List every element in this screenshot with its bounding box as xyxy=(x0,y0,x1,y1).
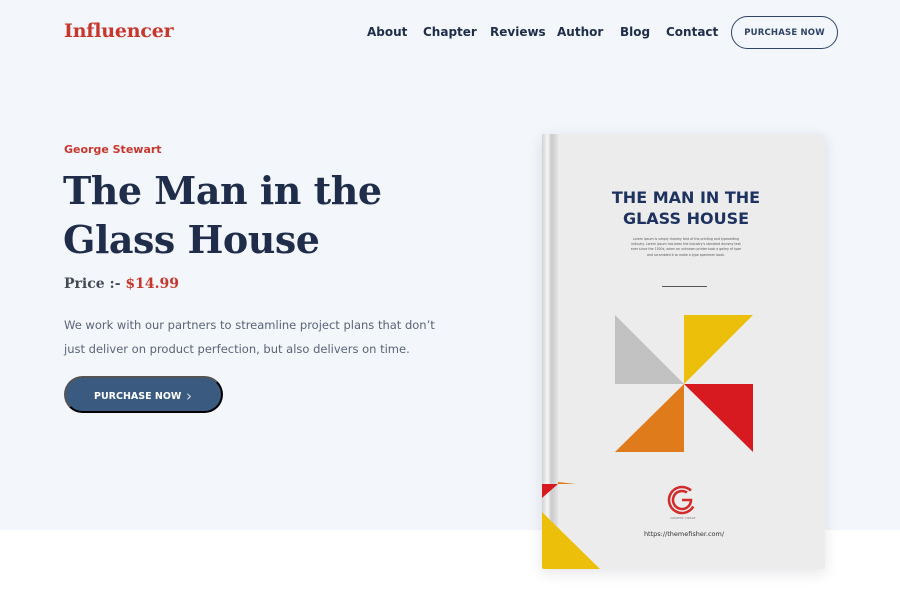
nav-link-author[interactable]: Author xyxy=(557,25,603,39)
corner-red-triangle xyxy=(542,484,558,498)
price-value: $14.99 xyxy=(125,276,179,292)
nav-link-about[interactable]: About xyxy=(367,25,407,39)
corner-orange-triangle xyxy=(558,482,576,484)
hero-description: We work with our partners to streamline … xyxy=(64,318,435,356)
site-logo[interactable]: Influencer xyxy=(64,20,174,42)
pinwheel-yellow-triangle xyxy=(684,315,753,384)
nav-link-reviews[interactable]: Reviews xyxy=(490,25,546,39)
cover-url: https://themefisher.com/ xyxy=(643,530,725,538)
price-label: Price :- xyxy=(64,276,121,292)
nav-link-contact[interactable]: Contact xyxy=(666,25,718,39)
nav-link-blog[interactable]: Blog xyxy=(620,25,650,39)
cover-logo-text: GRAPHIC CIRCLE xyxy=(670,516,696,520)
top-navbar: Influencer About Chapter Reviews Author … xyxy=(0,0,900,64)
pinwheel-red-triangle xyxy=(684,384,753,452)
book-title: The Man in the Glass House xyxy=(63,168,382,262)
hero-purchase-button[interactable]: PURCHASE NOW › xyxy=(64,376,223,413)
book-cover-image: THE MAN IN THE GLASS HOUSE Lorem Ipsum i… xyxy=(542,134,825,569)
price: Price :- $14.99 xyxy=(64,276,179,292)
hero-purchase-label: PURCHASE NOW xyxy=(94,391,182,402)
pinwheel-gray-triangle xyxy=(615,315,684,384)
author-name: George Stewart xyxy=(64,143,162,156)
corner-yellow-triangle xyxy=(542,512,600,569)
graphic-circle-logo-icon xyxy=(667,485,697,515)
pinwheel-orange-triangle xyxy=(615,384,684,452)
nav-link-chapter[interactable]: Chapter xyxy=(423,25,477,39)
nav-purchase-button[interactable]: PURCHASE NOW xyxy=(731,16,838,49)
chevron-right-icon: › xyxy=(186,387,192,405)
